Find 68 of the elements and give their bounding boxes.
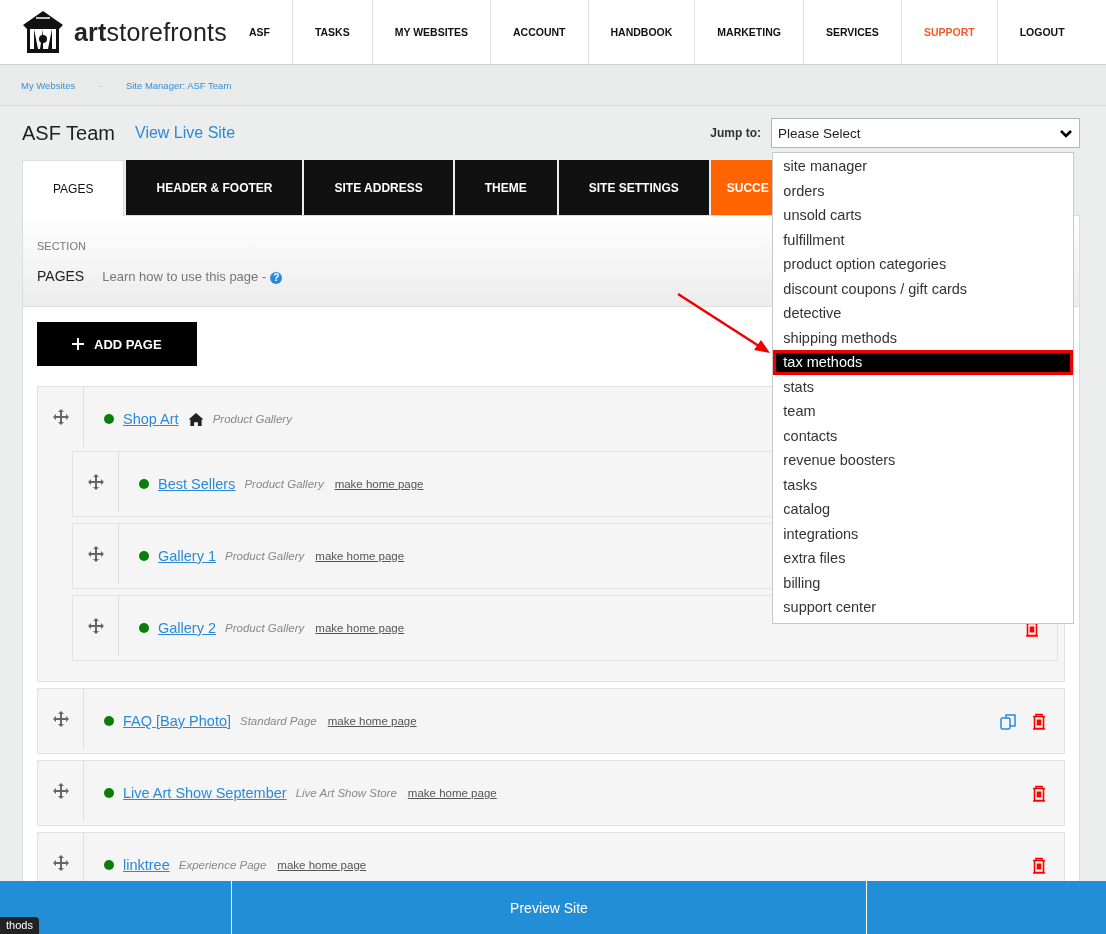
nav-link[interactable]: ACCOUNT [490,0,588,64]
dropdown-option[interactable]: shipping methods [773,325,1074,350]
page-type: Product Gallery [225,622,305,634]
trash-icon[interactable] [1030,855,1048,875]
dropdown-option[interactable]: stats [773,374,1074,399]
section-title: PAGES [37,268,85,284]
jump-to-select[interactable]: Please Select [771,118,1080,148]
trash-icon[interactable] [1030,711,1048,731]
page-type: Product Gallery [212,413,292,425]
help-text: Learn how to use this page - [102,269,267,284]
preview-site-button[interactable]: Preview Site [232,881,867,934]
nav-link[interactable]: SERVICES [802,0,901,64]
nav-link[interactable]: HANDBOOK [587,0,695,64]
tab[interactable]: HEADER & FOOTER [126,160,303,215]
dropdown-option[interactable]: team [773,399,1074,424]
move-handle-icon[interactable] [52,409,69,425]
dropdown-option[interactable]: integrations [773,521,1074,546]
dropdown-option[interactable]: fulfillment [773,227,1074,252]
move-handle-icon[interactable] [52,783,69,799]
copy-icon[interactable] [1000,712,1016,730]
move-handle-icon[interactable] [52,711,69,727]
trash-icon[interactable] [1030,783,1048,803]
nav-link[interactable]: LOGOUT [996,0,1087,64]
page-type: Live Art Show Store [295,787,397,799]
nav-link[interactable]: MARKETING [694,0,803,64]
tab[interactable]: THEME [454,160,557,215]
dropdown-option[interactable]: billing [773,570,1074,595]
dropdown-option[interactable]: catalog [773,497,1074,522]
page-link[interactable]: Gallery 1 [158,548,217,564]
help-icon[interactable]: ? [270,271,283,284]
make-home-page-link[interactable]: make home page [277,859,367,871]
page-type: Product Gallery [225,550,305,562]
jump-to-label: Jump to: [710,126,761,140]
dropdown-option[interactable]: support center [773,595,1074,620]
move-handle-icon[interactable] [87,546,104,562]
nav-link[interactable]: TASKS [291,0,372,64]
make-home-page-link[interactable]: make home page [315,622,405,634]
dropdown-option[interactable]: tasks [773,472,1074,497]
dropdown-option[interactable]: discount coupons / gift cards [773,276,1074,301]
page-type: Product Gallery [244,478,324,490]
dropdown-option[interactable]: product option categories [773,252,1074,277]
chevron-down-icon [1059,127,1073,139]
dropdown-option[interactable]: extra files [773,546,1074,571]
logo-text: artstorefronts [74,17,227,47]
plus-icon [72,338,84,350]
tab[interactable]: SITE SETTINGS [558,160,709,215]
breadcrumb-separator: - [99,80,102,90]
move-handle-icon[interactable] [87,618,104,634]
page-type: Standard Page [240,715,317,727]
move-handle-icon[interactable] [52,855,69,871]
nav-link[interactable]: MY WEBSITES [371,0,490,64]
make-home-page-link[interactable]: make home page [315,550,405,562]
dropdown-option[interactable]: tax methods [773,350,1074,375]
page-type: Experience Page [178,859,267,871]
dropdown-option[interactable]: contacts [773,423,1074,448]
add-page-button[interactable]: ADD PAGE [37,322,197,366]
section-caption: SECTION [37,240,86,252]
dropdown-option[interactable]: revenue boosters [773,448,1074,473]
dropdown-option[interactable]: detective [773,301,1074,326]
site-title: ASF Team [22,121,115,145]
tab[interactable]: PAGES [22,160,125,216]
tooltip: thods [0,917,39,934]
make-home-page-link[interactable]: make home page [407,787,497,799]
make-home-page-link[interactable]: make home page [334,478,424,490]
tab[interactable]: SITE ADDRESS [304,160,453,215]
move-handle-icon[interactable] [87,474,104,490]
nav-link[interactable]: ASF [226,0,292,64]
make-home-page-link[interactable]: make home page [327,715,417,727]
